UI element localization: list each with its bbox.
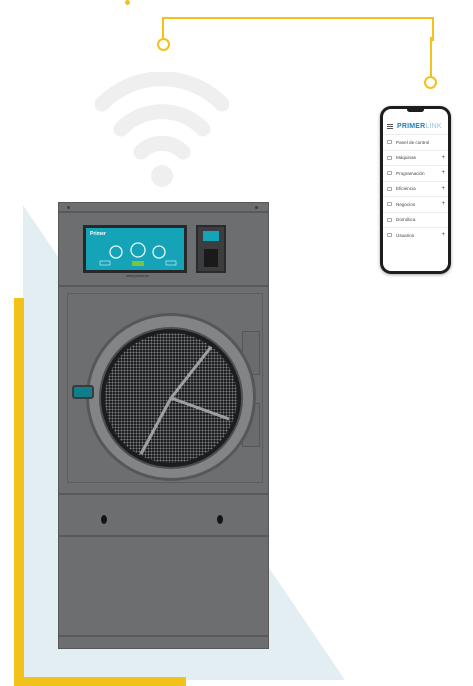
screen-dials (99, 242, 177, 266)
brand-primer: PRIMER (397, 122, 426, 130)
lower-seam (59, 493, 268, 495)
plug-icon (387, 217, 392, 222)
app-brand: PRIMERLINK (397, 123, 442, 130)
machine-icon (387, 155, 392, 160)
expand-plus-icon[interactable]: + (441, 201, 445, 207)
menu-item-usuarios[interactable]: Usuarios + (383, 227, 448, 243)
expand-plus-icon[interactable]: + (441, 186, 445, 192)
touch-screen[interactable]: Primer www.primer.es (83, 225, 187, 278)
smartphone: PRIMERLINK Panel de control Máquinas + P… (380, 106, 451, 274)
yellow-bracket-vertical (14, 298, 24, 686)
menu-item-label: Panel de control (396, 139, 430, 145)
expand-plus-icon[interactable]: + (441, 155, 445, 161)
leaf-icon (387, 186, 392, 191)
menu-item-negocios[interactable]: Negocios + (383, 196, 448, 212)
menu-item-label: Programación (396, 170, 425, 176)
menu-item-domotica[interactable]: Domótica (383, 211, 448, 228)
vent-hole (101, 515, 107, 524)
phone-screen: PRIMERLINK Panel de control Máquinas + P… (383, 109, 448, 271)
menu-item-label: Negocios (396, 201, 416, 207)
yellow-bracket-horizontal (14, 677, 186, 686)
panel-seam (59, 285, 268, 287)
expand-plus-icon[interactable]: + (441, 232, 445, 238)
door-handle[interactable] (72, 385, 94, 399)
connector-line-right (430, 37, 432, 77)
connector-node-left (157, 38, 170, 51)
brand-link: LINK (425, 122, 442, 130)
screen-footer: www.primer.es (126, 274, 149, 278)
base-seam (59, 535, 268, 537)
wifi-icon (95, 72, 229, 187)
menu-item-label: Máquinas (396, 155, 416, 161)
dashboard-icon (387, 140, 392, 145)
industrial-dryer: Primer www.primer.es (58, 202, 269, 649)
menu-icon[interactable] (387, 123, 393, 129)
app-menu: Panel de control Máquinas + Programación… (383, 134, 448, 243)
connector-dot (125, 0, 130, 5)
menu-item-label: Domótica (396, 217, 416, 223)
users-icon (387, 233, 392, 238)
monitor-icon (387, 171, 392, 176)
panel-slot (204, 249, 218, 267)
phone-notch (407, 107, 424, 112)
connector-node-right (424, 76, 437, 89)
bottom-seam (59, 635, 268, 637)
menu-item-eficiencia[interactable]: Eficiencia + (383, 180, 448, 197)
briefcase-icon (387, 202, 392, 207)
payment-panel[interactable] (196, 225, 226, 273)
expand-plus-icon[interactable]: + (441, 170, 445, 176)
menu-item-label: Eficiencia (396, 186, 416, 192)
panel-display (203, 231, 219, 241)
connector-line (162, 17, 434, 41)
menu-item-panel-de-control[interactable]: Panel de control (383, 134, 448, 150)
menu-item-programacion[interactable]: Programación + (383, 165, 448, 181)
drum-paddles (139, 346, 230, 455)
menu-item-maquinas[interactable]: Máquinas + (383, 149, 448, 166)
app-header: PRIMERLINK (387, 120, 446, 132)
screw (255, 206, 258, 209)
screw (67, 206, 70, 209)
drum-window (99, 327, 243, 469)
top-seam (59, 211, 268, 213)
vent-hole (217, 515, 223, 524)
menu-item-label: Usuarios (396, 232, 415, 238)
